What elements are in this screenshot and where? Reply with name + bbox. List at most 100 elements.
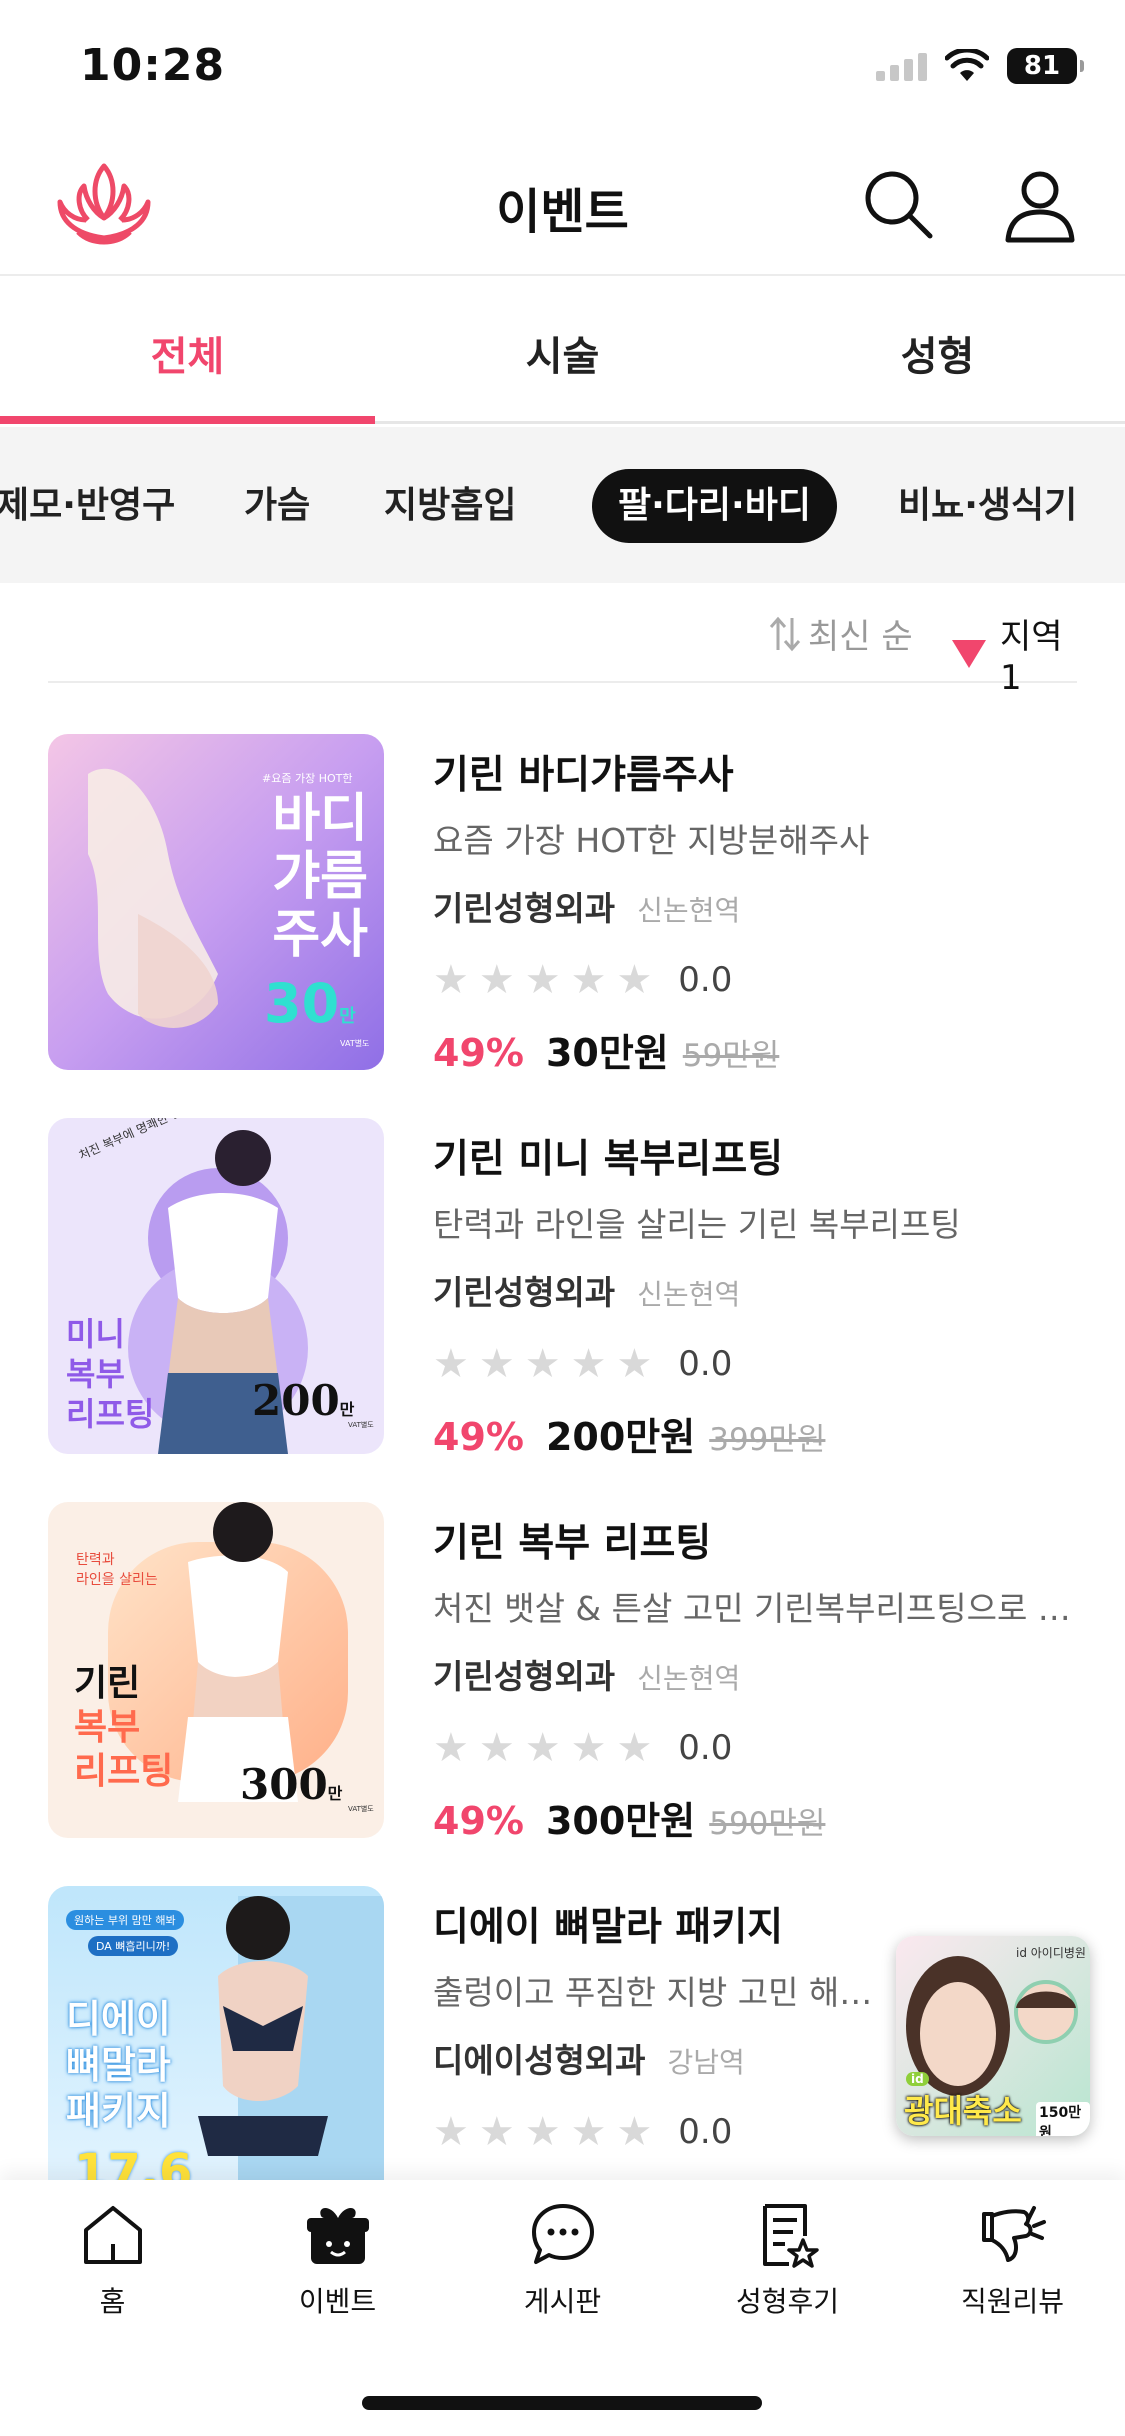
event-card[interactable]: 처진 복부에 명쾌한 탄력을 미니 복부 리프팅 200만 VAT별도 기린 미… bbox=[48, 1118, 1108, 1459]
star-icon: ★ bbox=[570, 2109, 607, 2155]
thumb-headline: 미니 복부 리프팅 bbox=[66, 1315, 155, 1433]
category-chips: 제모·반영구 가슴 지방흡입 팔·다리·바디 비뇨·생식기 bbox=[0, 427, 1125, 583]
chat-bubble-icon bbox=[531, 2204, 594, 2264]
thumb-tag: #요즘 가장 HOT한 bbox=[262, 772, 353, 785]
event-title: 기린 복부 리프팅 bbox=[433, 1521, 712, 1566]
star-icon: ★ bbox=[433, 1725, 469, 1771]
event-title: 기린 미니 복부리프팅 bbox=[433, 1137, 784, 1182]
star-icon: ★ bbox=[433, 1341, 469, 1387]
event-description: 요즘 가장 HOT한 지방분해주사 bbox=[433, 821, 870, 860]
home-indicator[interactable] bbox=[362, 2396, 762, 2410]
nav-staff-review-label: 직원리뷰 bbox=[960, 2285, 1065, 2318]
star-icon: ★ bbox=[616, 2109, 653, 2155]
chip-arm-leg-body[interactable]: 팔·다리·바디 bbox=[592, 469, 837, 543]
original-price: 59만원 bbox=[682, 1038, 780, 1074]
star-icon: ★ bbox=[433, 2109, 469, 2155]
nav-board[interactable]: 게시판 bbox=[450, 2200, 675, 2320]
region-filter-button[interactable]: 지역1 bbox=[952, 609, 1077, 698]
thumbs-down-icon bbox=[981, 2206, 1046, 2262]
star-icon: ★ bbox=[433, 957, 469, 1003]
clinic-name: 기린성형외과 bbox=[433, 1657, 616, 1696]
nav-review-label: 성형후기 bbox=[735, 2285, 840, 2318]
nav-event[interactable]: 이벤트 bbox=[225, 2200, 450, 2320]
star-icon: ★ bbox=[478, 1341, 515, 1387]
chip-urology[interactable]: 비뇨·생식기 bbox=[898, 469, 1077, 543]
sort-button[interactable]: 최신 순 bbox=[768, 609, 913, 658]
star-icon: ★ bbox=[570, 957, 607, 1003]
event-rating: ★ ★ ★ ★ ★ 0.0 bbox=[433, 1728, 1113, 1768]
ad-price: 150만원 bbox=[1036, 2102, 1090, 2136]
event-thumbnail: 탄력과 라인을 살리는 기린 복부 리프팅 300만 VAT별도 bbox=[48, 1502, 384, 1838]
chip-breast[interactable]: 가슴 bbox=[244, 469, 310, 543]
event-price: 49% 30만원 59만원 bbox=[433, 1022, 1113, 1077]
event-price: 49% 300만원 590만원 bbox=[433, 1790, 1113, 1845]
event-info: 기린 바디갸름주사 요즘 가장 HOT한 지방분해주사 기린성형외과 신논현역 … bbox=[433, 744, 1113, 1077]
app-header: 이벤트 bbox=[0, 140, 1125, 276]
original-price: 399만원 bbox=[709, 1422, 826, 1458]
star-icon: ★ bbox=[524, 1341, 561, 1387]
thumb-headline: 디에이 뼈말라 패키지 bbox=[66, 1997, 171, 2133]
nav-staff-review[interactable]: 직원리뷰 bbox=[900, 2200, 1125, 2320]
ad-badge: id bbox=[906, 2072, 929, 2086]
event-description: 탄력과 라인을 살리는 기린 복부리프팅 bbox=[433, 1205, 961, 1244]
ad-text: 광대축소 bbox=[904, 2092, 1022, 2130]
region-label: 지역1 bbox=[1000, 617, 1063, 698]
ad-brand: id 아이디병원 bbox=[1016, 1946, 1086, 1960]
tab-procedure[interactable]: 시술 bbox=[375, 278, 750, 421]
status-time: 10:28 bbox=[80, 40, 226, 91]
star-icon: ★ bbox=[616, 1725, 653, 1771]
clinic-location: 신논현역 bbox=[637, 894, 741, 927]
wifi-icon bbox=[945, 49, 989, 81]
star-icon: ★ bbox=[570, 1725, 607, 1771]
discount-rate: 49% bbox=[433, 1799, 524, 1843]
event-price: 49% 200만원 399만원 bbox=[433, 1406, 1113, 1461]
event-clinic: 기린성형외과 신논현역 bbox=[433, 1650, 1113, 1698]
sale-price: 300만원 bbox=[545, 1799, 696, 1843]
tab-all[interactable]: 전체 bbox=[0, 278, 375, 424]
nav-board-label: 게시판 bbox=[523, 2285, 602, 2318]
tab-surgery[interactable]: 성형 bbox=[750, 278, 1125, 421]
clinic-location: 신논현역 bbox=[637, 1662, 741, 1695]
clinic-name: 기린성형외과 bbox=[433, 1273, 616, 1312]
event-rating: ★ ★ ★ ★ ★ 0.0 bbox=[433, 960, 1113, 1000]
clinic-location: 강남역 bbox=[667, 2046, 745, 2079]
event-info: 기린 복부 리프팅 처진 뱃살 & 튼살 고민 기린복부리프팅으로 해결 기린성… bbox=[433, 1512, 1113, 1845]
sale-price: 200만원 bbox=[545, 1415, 696, 1459]
event-description: 출렁이고 푸짐한 지방 고민 해결엔 bbox=[433, 1973, 893, 2012]
floating-ad-banner[interactable]: id 아이디병원 id 광대축소 150만원 bbox=[896, 1936, 1090, 2136]
star-icon: ★ bbox=[478, 2109, 515, 2155]
nav-review[interactable]: 성형후기 bbox=[675, 2200, 900, 2320]
battery-icon: 81 bbox=[1007, 48, 1084, 84]
event-thumbnail: #요즘 가장 HOT한 바디 갸름 주사 30만 VAT별도 bbox=[48, 734, 384, 1070]
clinic-name: 기린성형외과 bbox=[433, 889, 616, 928]
user-profile-icon[interactable] bbox=[1000, 166, 1080, 246]
event-card[interactable]: 탄력과 라인을 살리는 기린 복부 리프팅 300만 VAT별도 기린 복부 리… bbox=[48, 1502, 1108, 1843]
event-card[interactable]: #요즘 가장 HOT한 바디 갸름 주사 30만 VAT별도 기린 바디갸름주사… bbox=[48, 734, 1108, 1075]
star-icon: ★ bbox=[616, 1341, 653, 1387]
event-rating: ★ ★ ★ ★ ★ 0.0 bbox=[433, 1344, 1113, 1384]
cellular-signal-icon bbox=[876, 51, 927, 81]
filter-funnel-icon bbox=[952, 639, 986, 668]
search-icon[interactable] bbox=[860, 166, 936, 242]
rating-value: 0.0 bbox=[678, 1728, 733, 1768]
star-icon: ★ bbox=[524, 2109, 561, 2155]
thumb-price: 300만 bbox=[240, 1760, 343, 1809]
home-icon bbox=[83, 2206, 142, 2264]
thumb-price: 200만 bbox=[252, 1376, 355, 1425]
star-icon: ★ bbox=[524, 1725, 561, 1771]
nav-home[interactable]: 홈 bbox=[0, 2200, 225, 2320]
thumb-tag: 탄력과 라인을 살리는 bbox=[76, 1552, 158, 1588]
star-icon: ★ bbox=[524, 957, 561, 1003]
star-icon: ★ bbox=[478, 957, 515, 1003]
chip-liposuction[interactable]: 지방흡입 bbox=[384, 469, 516, 543]
thumb-vat-note: VAT별도 bbox=[348, 1421, 374, 1429]
rating-value: 0.0 bbox=[678, 2112, 733, 2152]
review-document-icon bbox=[762, 2204, 819, 2268]
status-bar: 10:28 81 bbox=[0, 0, 1125, 135]
event-thumbnail: 처진 복부에 명쾌한 탄력을 미니 복부 리프팅 200만 VAT별도 bbox=[48, 1118, 384, 1454]
rating-value: 0.0 bbox=[678, 1344, 733, 1384]
star-icon: ★ bbox=[570, 1341, 607, 1387]
sale-price: 30만원 bbox=[545, 1031, 669, 1075]
chip-hair-removal[interactable]: 제모·반영구 bbox=[0, 469, 175, 543]
event-clinic: 기린성형외과 신논현역 bbox=[433, 1266, 1113, 1314]
